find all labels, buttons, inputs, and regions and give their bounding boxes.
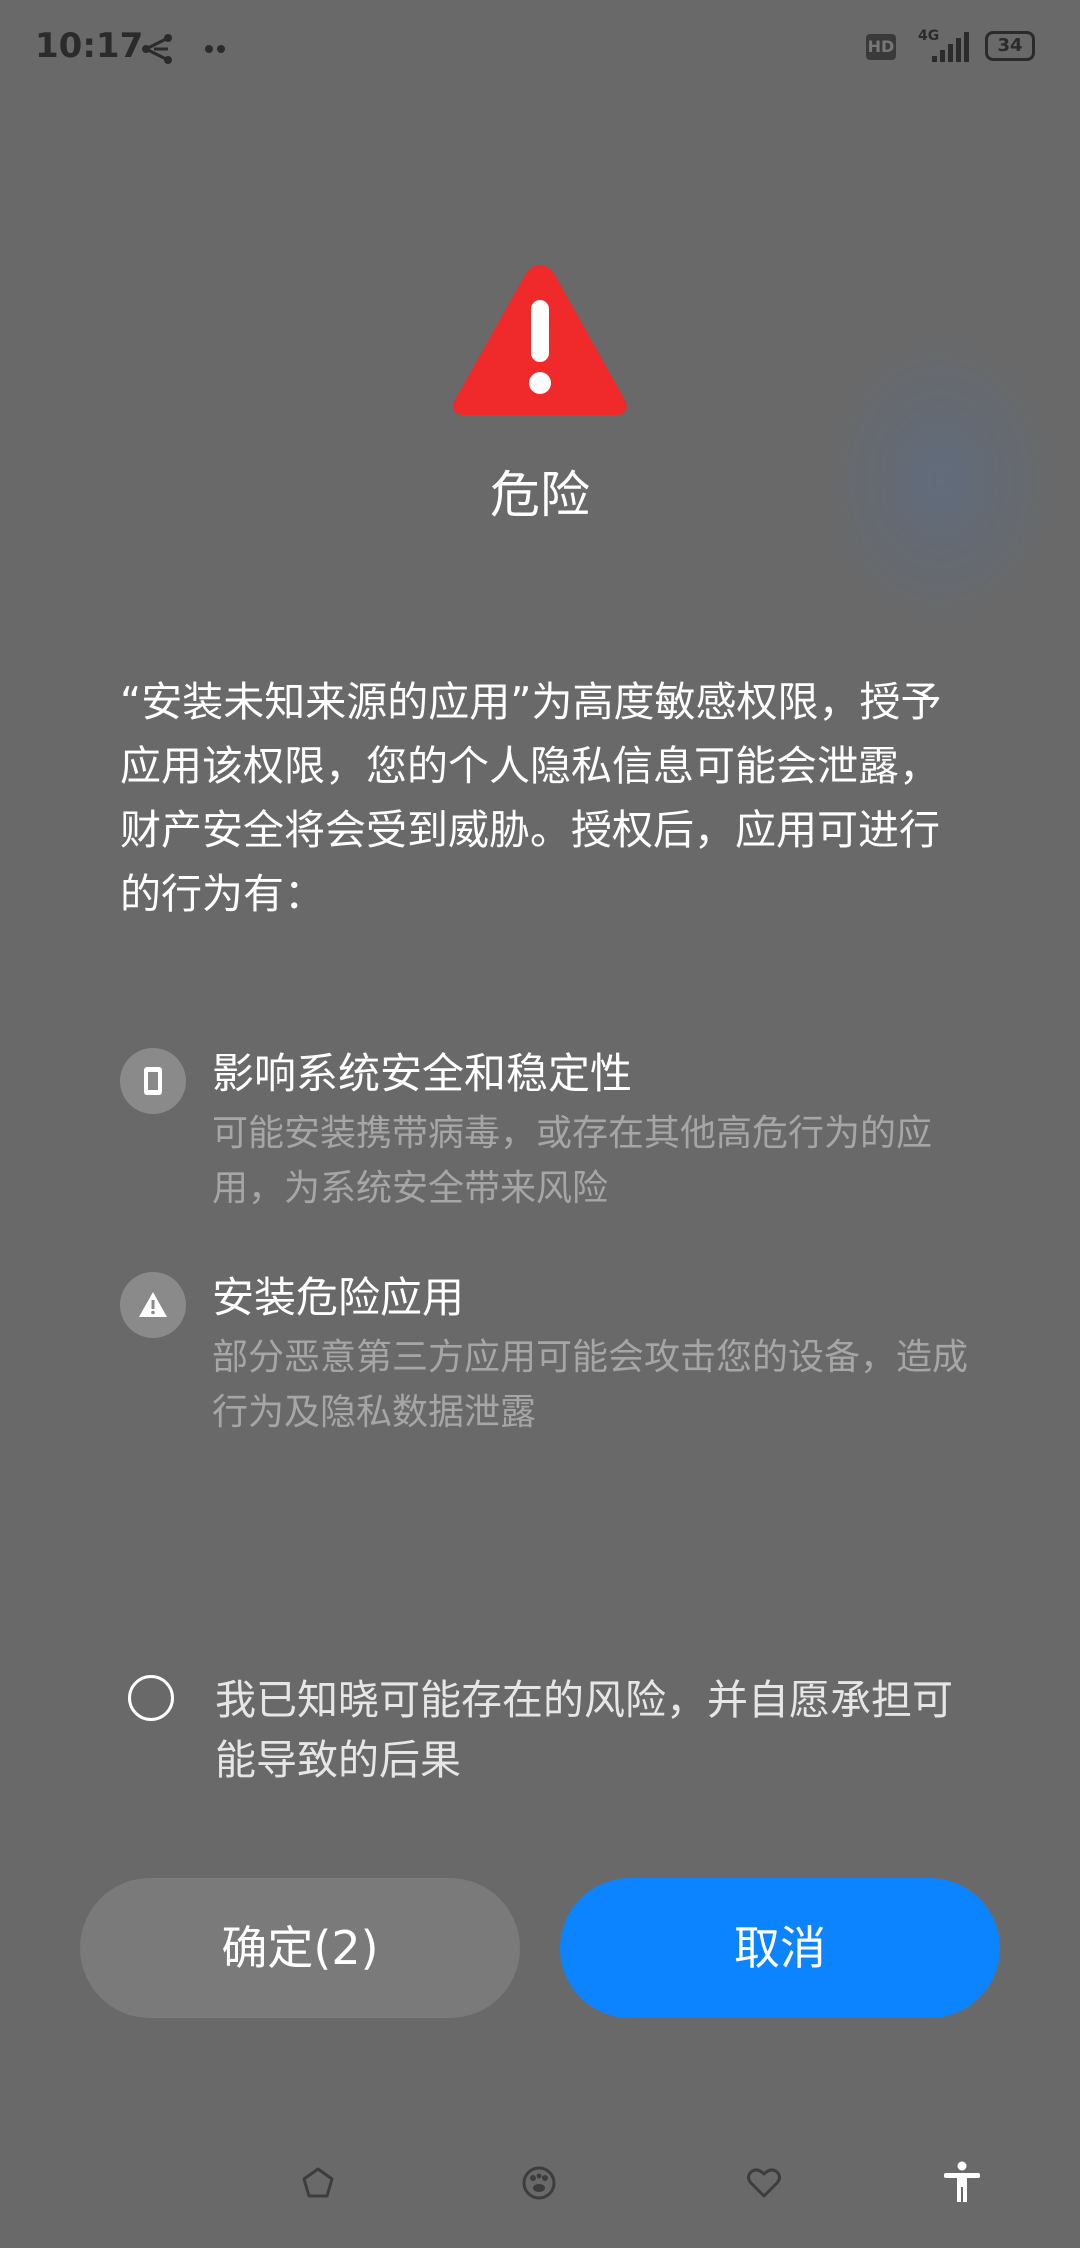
hd-badge: HD (866, 34, 896, 60)
cancel-button[interactable]: 取消 (560, 1878, 1000, 2018)
more-dots-icon (205, 45, 225, 53)
dialog-title: 危险 (490, 466, 590, 524)
dialog-description: “安装未知来源的应用”为高度敏感权限，授予应用该权限，您的个人隐私信息可能会泄露… (120, 678, 942, 918)
paw-icon[interactable] (519, 2163, 559, 2203)
status-time: 10:17 (35, 26, 144, 66)
confirm-button[interactable]: 确定(2) (80, 1878, 520, 2018)
share-icon (142, 34, 172, 64)
risk-title: 影响系统安全和稳定性 (212, 1049, 633, 1098)
signal-icon (932, 32, 969, 62)
device-icon (144, 1067, 162, 1095)
risk-desc: 可能安装携带病毒，或存在其他高危行为的应用，为系统安全带来风险 (212, 1113, 933, 1209)
consent-radio[interactable] (128, 1675, 174, 1721)
accessibility-icon[interactable] (940, 2160, 984, 2204)
risk-desc: 部分恶意第三方应用可能会攻击您的设备，造成行为及隐私数据泄露 (212, 1337, 969, 1433)
warning-small-icon (139, 1292, 167, 1317)
heart-icon[interactable] (744, 2163, 784, 2203)
pentagon-icon[interactable] (298, 2163, 338, 2203)
risk-icon-bg (120, 1048, 186, 1114)
risk-title: 安装危险应用 (212, 1273, 465, 1322)
status-bar: 10:17 HD 4G 34 (0, 0, 1080, 95)
battery-icon: 34 (985, 31, 1035, 61)
risk-icon-bg (120, 1272, 186, 1338)
warning-triangle-icon (453, 265, 627, 415)
consent-text[interactable]: 我已知晓可能存在的风险，并自愿承担可能导致的后果 (215, 1670, 975, 1790)
